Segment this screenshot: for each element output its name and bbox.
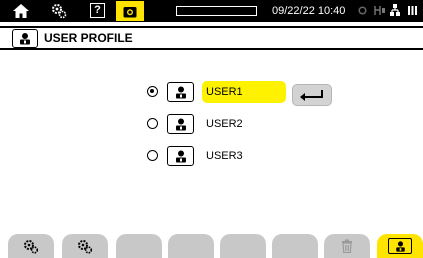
function-tab-bar: [0, 234, 423, 258]
usb-icon: [373, 4, 387, 17]
help-label: ?: [94, 4, 101, 16]
settings-icon: [24, 239, 39, 254]
settings-icon[interactable]: [50, 2, 68, 20]
datetime-readout: 09/22/22 10:40: [272, 5, 346, 17]
tab-empty-3[interactable]: [116, 234, 162, 258]
tab-empty-4[interactable]: [168, 234, 214, 258]
user2-option[interactable]: USER2: [202, 113, 243, 135]
user-icon: [167, 82, 194, 102]
user3-radio[interactable]: [147, 150, 158, 161]
enter-button[interactable]: [292, 84, 332, 106]
battery-icon: [406, 4, 420, 17]
user3-option[interactable]: USER3: [202, 145, 243, 167]
user-icon: [167, 114, 194, 134]
tab-settings-2[interactable]: [62, 234, 108, 258]
camera-button[interactable]: [116, 1, 144, 21]
memory-gauge: [176, 6, 257, 16]
trash-icon: [342, 239, 352, 253]
user-icon: [12, 29, 38, 48]
tab-user-profile[interactable]: [377, 234, 423, 258]
user1-option[interactable]: USER1: [202, 81, 286, 103]
tab-empty-6[interactable]: [272, 234, 318, 258]
user-icon: [388, 238, 412, 254]
tab-empty-5[interactable]: [220, 234, 266, 258]
connection-icon: [358, 6, 367, 15]
user-icon: [167, 146, 194, 166]
tab-delete[interactable]: [324, 234, 370, 258]
radio-selected-dot: [150, 89, 154, 93]
network-icon: [389, 3, 401, 17]
tab-settings-1[interactable]: [8, 234, 54, 258]
enter-icon: [300, 90, 323, 101]
camera-icon: [123, 6, 137, 17]
user1-radio[interactable]: [147, 86, 158, 97]
user2-radio[interactable]: [147, 118, 158, 129]
page-title: USER PROFILE: [44, 31, 133, 45]
settings-icon: [78, 239, 93, 254]
home-icon[interactable]: [9, 1, 33, 21]
help-icon[interactable]: ?: [90, 3, 105, 18]
